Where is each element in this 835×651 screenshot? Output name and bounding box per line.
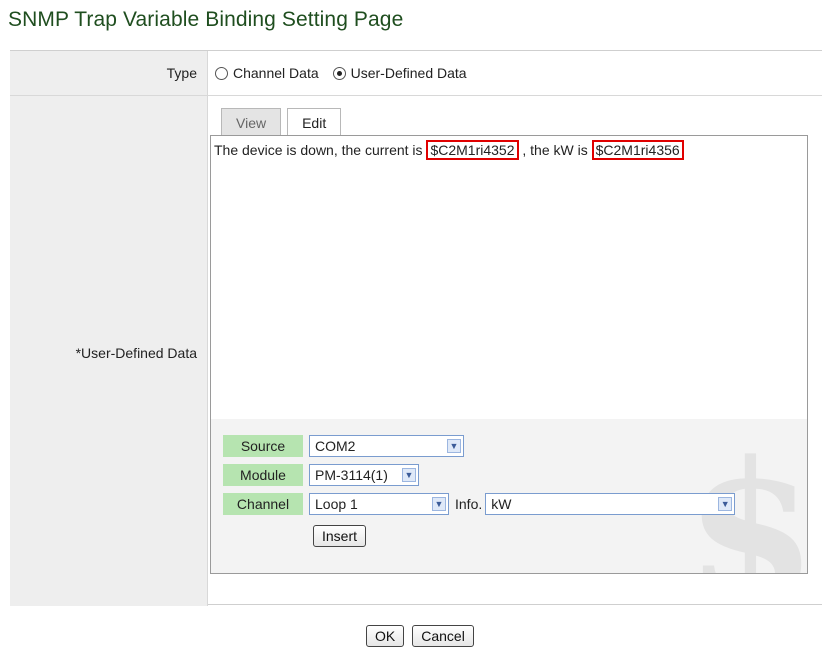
insert-button[interactable]: Insert	[313, 525, 367, 547]
radio-user-defined-data[interactable]: User-Defined Data	[332, 65, 467, 81]
user-defined-row: *User-Defined Data View Edit The device …	[10, 96, 822, 606]
footer-buttons: OK Cancel	[366, 625, 474, 647]
chevron-down-icon: ▼	[718, 497, 733, 511]
channel-row: Channel Loop 1 ▼ Info. kW ▼	[223, 493, 736, 515]
chevron-down-icon: ▼	[432, 497, 446, 511]
type-label: Type	[166, 65, 197, 81]
chevron-down-icon: ▼	[447, 439, 461, 453]
radio-channel-data-label: Channel Data	[233, 65, 319, 81]
message-editor[interactable]: The device is down, the current is $C2M1…	[210, 135, 808, 420]
channel-label: Channel	[223, 493, 303, 515]
type-row: Type Channel Data User-Defined Data	[10, 51, 822, 96]
editor-tabs: View Edit	[221, 108, 342, 136]
user-defined-label-cell: *User-Defined Data	[10, 96, 208, 606]
editor-text-part1: The device is down, the current is	[214, 142, 427, 158]
tab-edit[interactable]: Edit	[287, 108, 342, 136]
module-row: Module PM-3114(1) ▼	[223, 464, 419, 486]
page-title: SNMP Trap Variable Binding Setting Page	[8, 8, 404, 31]
form-frame: Type Channel Data User-Defined Data *Use…	[10, 50, 822, 606]
radio-checked-icon	[332, 66, 346, 80]
source-select[interactable]: COM2 ▼	[309, 435, 464, 457]
radio-unchecked-icon	[215, 66, 228, 80]
ok-button[interactable]: OK	[366, 625, 405, 647]
radio-channel-data[interactable]: Channel Data	[215, 65, 319, 81]
variable-token-current: $C2M1ri4352	[426, 140, 519, 160]
info-value: kW	[491, 496, 512, 512]
module-label: Module	[223, 464, 303, 486]
info-label: Info.	[455, 496, 483, 512]
source-label: Source	[223, 435, 303, 457]
module-select[interactable]: PM-3114(1) ▼	[309, 464, 419, 486]
tab-view[interactable]: View	[221, 108, 282, 136]
variable-token-kw: $C2M1ri4356	[591, 140, 684, 160]
chevron-down-icon: ▼	[402, 468, 416, 482]
variable-insert-panel: $ Source COM2 ▼ Module PM-3114(1) ▼ Chan…	[210, 419, 808, 574]
radio-user-defined-data-label: User-Defined Data	[350, 65, 467, 81]
user-defined-label: *User-Defined Data	[75, 345, 197, 361]
type-options: Channel Data User-Defined Data	[215, 65, 467, 81]
type-label-cell: Type	[10, 51, 208, 95]
editor-text-part2: , the kW is	[518, 142, 592, 158]
cancel-button[interactable]: Cancel	[412, 625, 474, 647]
channel-value: Loop 1	[315, 496, 358, 512]
module-value: PM-3114(1)	[315, 467, 388, 483]
source-value: COM2	[315, 438, 356, 454]
source-row: Source COM2 ▼	[223, 435, 464, 457]
insert-row: Insert	[313, 525, 367, 547]
info-select[interactable]: kW ▼	[485, 493, 736, 515]
channel-select[interactable]: Loop 1 ▼	[309, 493, 449, 515]
